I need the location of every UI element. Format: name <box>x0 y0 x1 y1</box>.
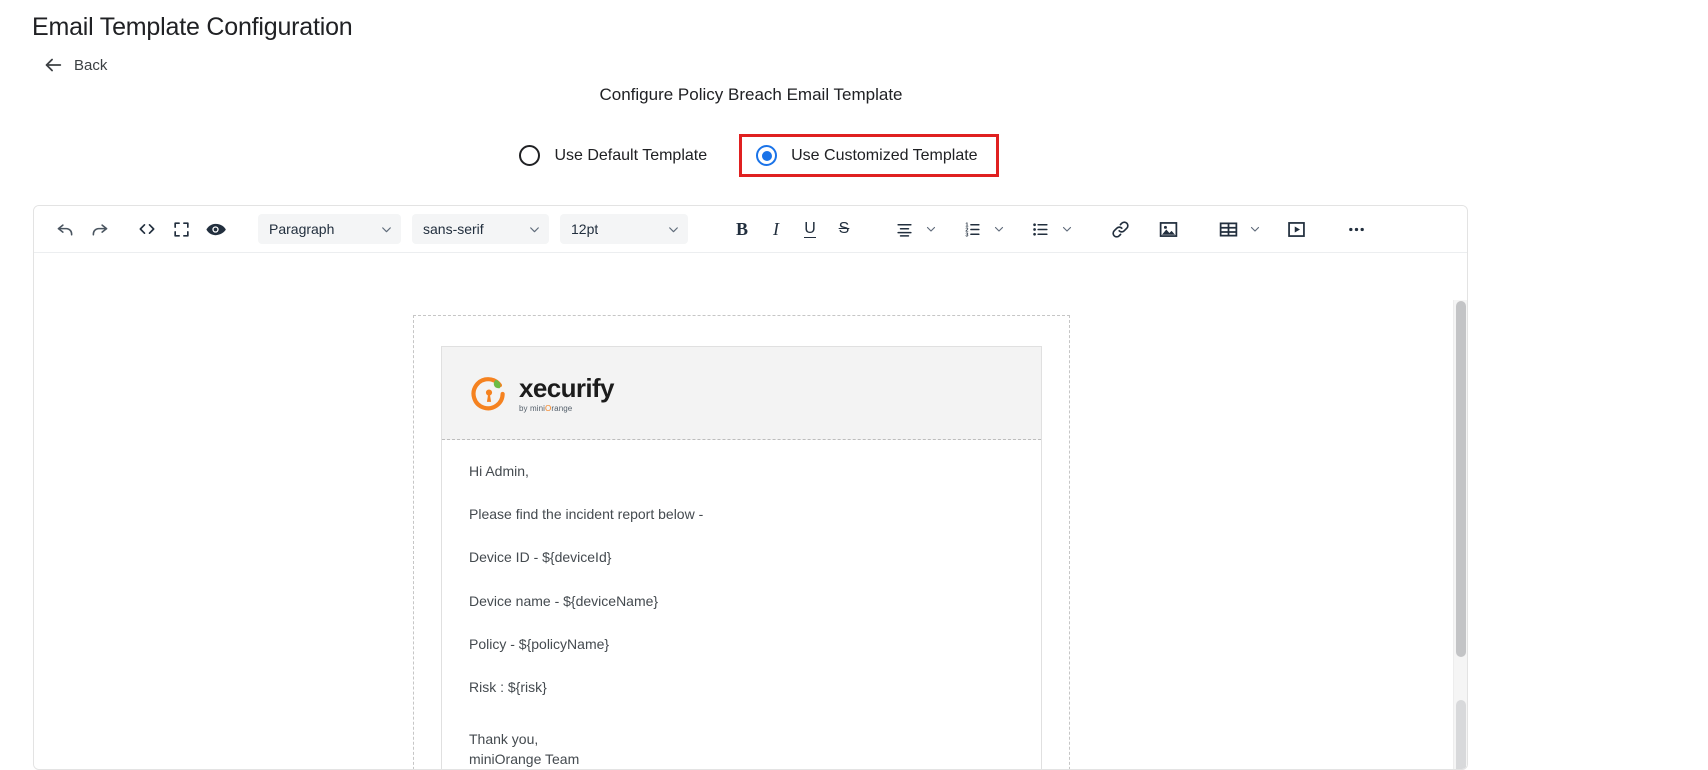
chevron-down-icon[interactable] <box>1245 212 1265 246</box>
image-icon[interactable] <box>1151 212 1185 246</box>
email-signature-team: miniOrange Team <box>469 751 580 768</box>
underline-button[interactable]: U <box>793 212 827 246</box>
strikethrough-button[interactable]: S <box>827 212 861 246</box>
italic-button[interactable]: I <box>759 212 793 246</box>
email-header: xecurify by miniOrange <box>442 347 1041 440</box>
back-button[interactable]: Back <box>42 54 107 76</box>
numbered-list-split-button[interactable]: 123 <box>955 212 1009 246</box>
chevron-down-icon[interactable] <box>989 212 1009 246</box>
link-icon[interactable] <box>1103 212 1137 246</box>
preview-eye-icon[interactable] <box>198 212 232 246</box>
section-subtitle: Configure Policy Breach Email Template <box>599 85 903 104</box>
email-line-intro: Please find the incident report below - <box>469 506 704 523</box>
numbered-list-icon[interactable]: 123 <box>955 212 989 246</box>
logo-subtitle: by miniOrange <box>519 404 572 413</box>
font-size-select[interactable]: 12pt <box>560 214 688 244</box>
redo-icon[interactable] <box>82 212 116 246</box>
undo-icon[interactable] <box>48 212 82 246</box>
radio-option-use-default-template[interactable]: Use Default Template <box>503 135 723 176</box>
email-line-policy: Policy - ${policyName} <box>469 635 610 652</box>
scrollbar-thumb[interactable] <box>1456 301 1466 657</box>
chevron-down-icon[interactable] <box>1057 212 1077 246</box>
svg-text:3: 3 <box>965 232 968 238</box>
email-line-device-name: Device name - ${deviceName} <box>469 592 659 609</box>
radio-label-default: Use Default Template <box>554 146 708 164</box>
logo-word: xecurify <box>519 373 615 403</box>
email-line-risk: Risk : ${risk} <box>469 678 547 695</box>
rich-text-editor: Paragraph sans-serif 12pt B I U S 1 2 3 … <box>33 205 1468 770</box>
email-line-greeting: Hi Admin, <box>469 463 529 479</box>
font-size-value: 12pt <box>571 221 599 237</box>
email-body[interactable]: Hi Admin, Please find the incident repor… <box>442 440 1041 769</box>
italic-label: I <box>773 218 779 239</box>
bold-label: B <box>735 218 748 239</box>
radio-option-use-customized-template[interactable]: Use Customized Template <box>739 134 999 177</box>
email-document[interactable]: xecurify by miniOrange Hi Admin, Please … <box>413 315 1070 769</box>
arrow-left-icon <box>42 54 64 76</box>
block-format-select[interactable]: Paragraph <box>258 214 401 244</box>
template-mode-radio-group: Use Default Template Use Customized Temp… <box>0 134 1502 177</box>
logo-sub-prefix: by mini <box>519 404 546 413</box>
align-left-icon[interactable] <box>887 212 921 246</box>
bullet-list-icon[interactable] <box>1023 212 1057 246</box>
editor-toolbar: Paragraph sans-serif 12pt B I U S 1 2 3 <box>34 206 1467 253</box>
font-family-value: sans-serif <box>423 221 484 237</box>
chevron-down-icon[interactable] <box>921 212 941 246</box>
radio-label-customized: Use Customized Template <box>791 146 978 164</box>
radio-circle-customized[interactable] <box>756 145 778 166</box>
source-code-icon[interactable] <box>130 212 164 246</box>
chevron-down-icon <box>380 223 393 236</box>
email-card: xecurify by miniOrange Hi Admin, Please … <box>441 346 1042 769</box>
chevron-down-icon <box>528 223 541 236</box>
xecurify-logo: xecurify by miniOrange <box>469 373 615 413</box>
xecurify-wordmark: xecurify by miniOrange <box>519 373 615 413</box>
fullscreen-icon[interactable] <box>164 212 198 246</box>
font-family-select[interactable]: sans-serif <box>412 214 549 244</box>
xecurify-lock-leaf-icon <box>469 373 509 413</box>
align-split-button[interactable] <box>887 212 941 246</box>
table-icon[interactable] <box>1211 212 1245 246</box>
bullet-list-split-button[interactable] <box>1023 212 1077 246</box>
page-title: Email Template Configuration <box>32 13 353 41</box>
table-split-button[interactable] <box>1211 212 1265 246</box>
strikethrough-label: S <box>838 220 850 237</box>
back-label: Back <box>74 56 108 74</box>
block-format-value: Paragraph <box>269 221 335 237</box>
editor-canvas[interactable]: xecurify by miniOrange Hi Admin, Please … <box>34 253 1467 769</box>
scrollbar-thumb-secondary[interactable] <box>1456 700 1466 769</box>
email-template-configuration-page: Email Template Configuration Back Config… <box>0 0 1708 770</box>
logo-sub-suffix: range <box>551 404 573 413</box>
more-ellipsis-icon[interactable] <box>1339 212 1373 246</box>
email-line-device-id: Device ID - ${deviceId} <box>469 549 612 566</box>
underline-label: U <box>804 219 816 239</box>
media-play-icon[interactable] <box>1279 212 1313 246</box>
email-signature-thanks: Thank you, <box>469 731 539 748</box>
chevron-down-icon <box>667 223 680 236</box>
editor-vertical-scrollbar[interactable] <box>1453 300 1467 769</box>
radio-circle-default[interactable] <box>519 145 541 166</box>
bold-button[interactable]: B <box>725 212 759 246</box>
